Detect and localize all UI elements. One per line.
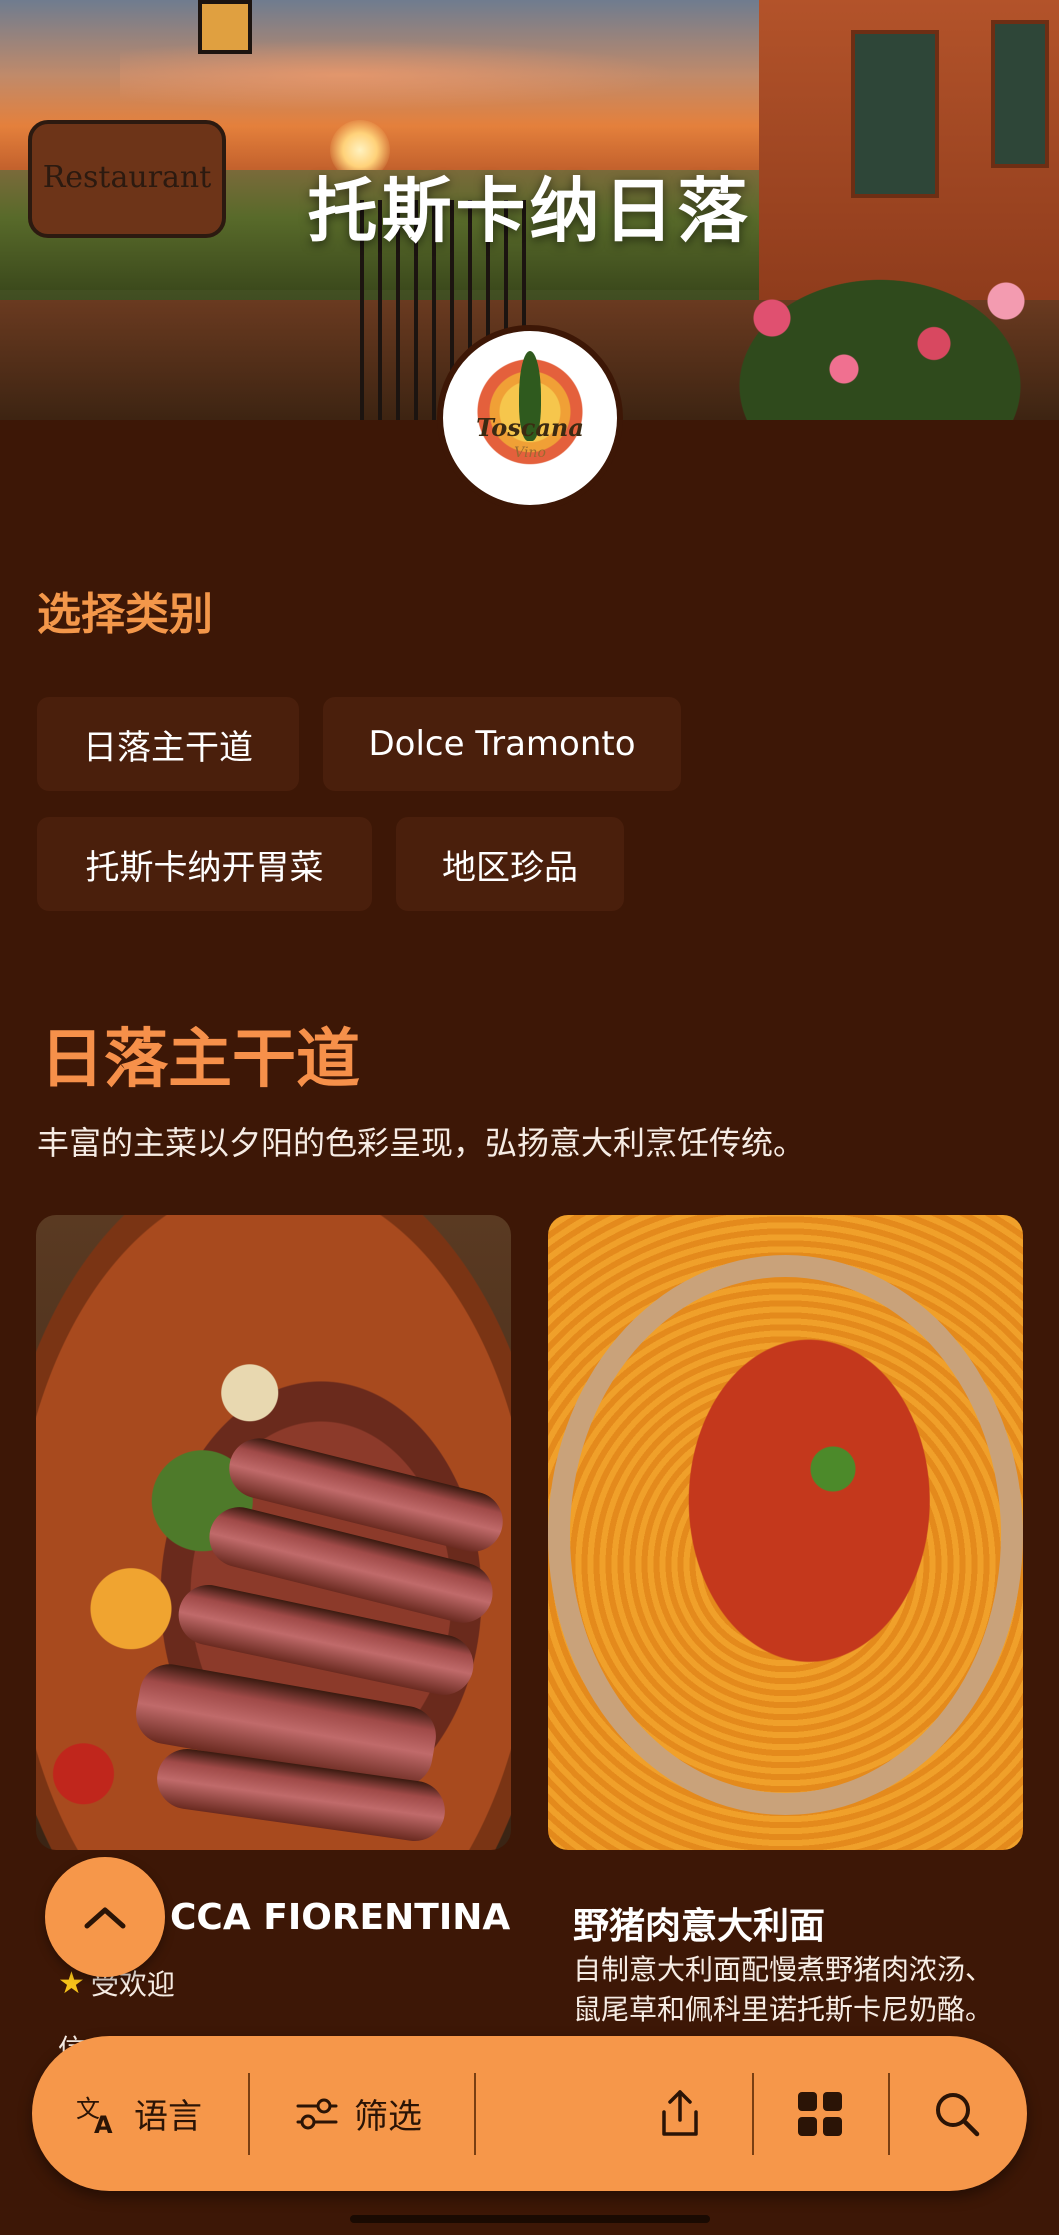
page-title: 托斯卡纳日落 [307,170,752,252]
divider [474,2073,476,2155]
chevron-up-icon [84,1907,126,1929]
logo-name: Toscana [476,413,584,442]
divider [752,2073,754,2155]
filter-label: 筛选 [354,2097,422,2137]
share-icon [662,2089,698,2136]
window [991,20,1049,168]
grid-view-button[interactable] [796,2036,844,2191]
filter-icon [296,2098,338,2129]
lamp-icon [198,0,252,54]
category-chip-tuscan-appetizers[interactable]: 托斯卡纳开胃菜 [37,817,372,911]
search-icon [936,2092,980,2136]
svg-text:A: A [94,2111,113,2137]
bowl-rim [548,1255,1023,1815]
dish-name[interactable]: 野猪肉意大利面 [573,1897,825,1949]
dish-image-steak[interactable] [36,1215,511,1850]
home-indicator[interactable] [350,2215,710,2223]
share-button[interactable] [656,2036,704,2191]
grid-icon [798,2091,842,2136]
divider [248,2073,250,2155]
section-description: 丰富的主菜以夕阳的色彩呈现，弘扬意大利烹饪传统。 [37,1124,806,1162]
category-chip-dolce-tramonto[interactable]: Dolce Tramonto [323,697,681,791]
logo-subtitle: Vino [514,445,546,461]
restaurant-logo: Toscana Vino [437,325,623,511]
dish-image-pasta[interactable] [548,1215,1023,1850]
language-label: 语言 [134,2097,202,2137]
category-chip-sunset-mains[interactable]: 日落主干道 [37,697,299,791]
section-title: 日落主干道 [40,1023,360,1097]
translate-icon: 文 A [76,2095,113,2137]
bottom-toolbar: 文 A 语言 筛选 [32,2036,1027,2191]
scroll-top-button[interactable] [45,1857,165,1977]
language-button[interactable]: 文 A 语言 [74,2036,202,2191]
category-chip-regional-specialties[interactable]: 地区珍品 [396,817,624,911]
divider [888,2073,890,2155]
flowers [700,250,1059,420]
filter-button[interactable]: 筛选 [294,2036,422,2191]
dish-description: 自制意大利面配慢煮野猪肉浓汤、鼠尾草和佩科里诺托斯卡尼奶酪。 [573,1953,994,2026]
search-button[interactable] [932,2036,982,2191]
dish-name[interactable]: CCA FIORENTINA [170,1897,510,1938]
category-label: 选择类别 [37,589,213,640]
